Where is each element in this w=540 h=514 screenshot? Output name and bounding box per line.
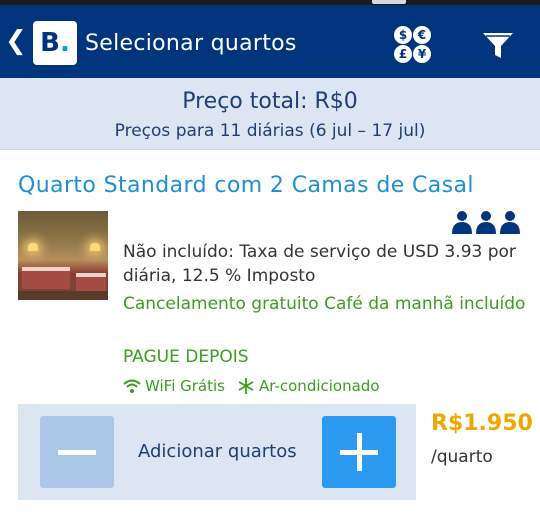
minus-icon — [58, 450, 96, 455]
logo-letter: B — [40, 28, 60, 58]
currency-symbol-yen: ¥ — [413, 45, 431, 63]
currency-symbol-pound: £ — [394, 45, 412, 63]
currency-symbol-euro: € — [413, 26, 431, 44]
app-bar: ❮ B. Selecionar quartos $ € £ ¥ — [0, 5, 540, 78]
currency-icon[interactable]: $ € £ ¥ — [392, 25, 432, 65]
amenity-air-conditioning: Ar-condicionado — [259, 377, 380, 395]
room-price: R$1.950 — [431, 411, 533, 436]
lamp-left — [28, 243, 38, 251]
price-unit: /quarto — [431, 447, 493, 467]
add-rooms-label: Adicionar quartos — [138, 441, 297, 462]
chevron-left-icon[interactable]: ❮ — [5, 27, 27, 55]
amenity-wifi: WiFi Grátis — [145, 377, 225, 395]
bed-shape — [76, 273, 106, 293]
room-photo[interactable] — [18, 211, 108, 300]
price-dates: Preços para 11 diárias (6 jul – 17 jul) — [114, 121, 426, 141]
price-summary: Preço total: R$0 Preços para 11 diárias … — [0, 78, 540, 150]
status-indicator — [372, 0, 406, 4]
total-price: Preço total: R$0 — [182, 89, 358, 114]
page-title: Selecionar quartos — [85, 31, 297, 56]
pay-later-badge: PAGUE DEPOIS — [123, 347, 249, 367]
lamp-right — [90, 243, 100, 251]
quantity-stepper: Adicionar quartos — [18, 404, 416, 500]
currency-symbol-dollar: $ — [394, 26, 412, 44]
snowflake-icon — [238, 378, 254, 394]
amenities: WiFi Grátis Ar-condicionado — [123, 376, 380, 396]
filter-icon[interactable] — [480, 27, 516, 63]
logo-dot: . — [59, 28, 70, 58]
booking-logo[interactable]: B. — [33, 21, 77, 65]
bed-shape — [22, 267, 70, 289]
add-room-button[interactable] — [322, 416, 396, 488]
wifi-icon — [123, 379, 141, 393]
three-persons-icon — [452, 211, 520, 234]
room-title[interactable]: Quarto Standard com 2 Camas de Casal — [18, 172, 474, 200]
floor-shape — [18, 291, 108, 300]
not-included-text: Não incluído: Taxa de serviço de USD 3.9… — [123, 242, 516, 286]
remove-room-button[interactable] — [40, 416, 114, 488]
free-cancellation-text: Cancelamento gratuito Café da manhã incl… — [123, 294, 526, 314]
